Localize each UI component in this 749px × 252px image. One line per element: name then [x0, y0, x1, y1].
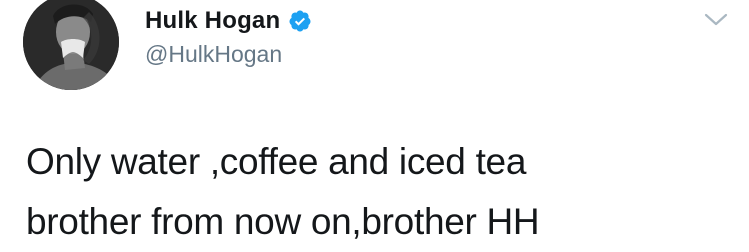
tweet-text-line: brother from now on,brother HH [26, 201, 540, 242]
avatar[interactable] [23, 0, 119, 90]
tweet-card: Hulk Hogan @HulkHogan Only water ,coffee… [0, 0, 749, 249]
tweet-text: Only water ,coffee and iced tea brother … [26, 132, 726, 252]
user-handle[interactable]: @HulkHogan [145, 41, 282, 68]
chevron-down-icon[interactable] [702, 8, 730, 30]
profile-photo-icon [23, 0, 119, 90]
verified-badge-icon [288, 9, 312, 33]
author-name-row: Hulk Hogan [145, 6, 312, 36]
display-name[interactable]: Hulk Hogan [145, 7, 280, 35]
tweet-text-line: Only water ,coffee and iced tea [26, 141, 527, 182]
